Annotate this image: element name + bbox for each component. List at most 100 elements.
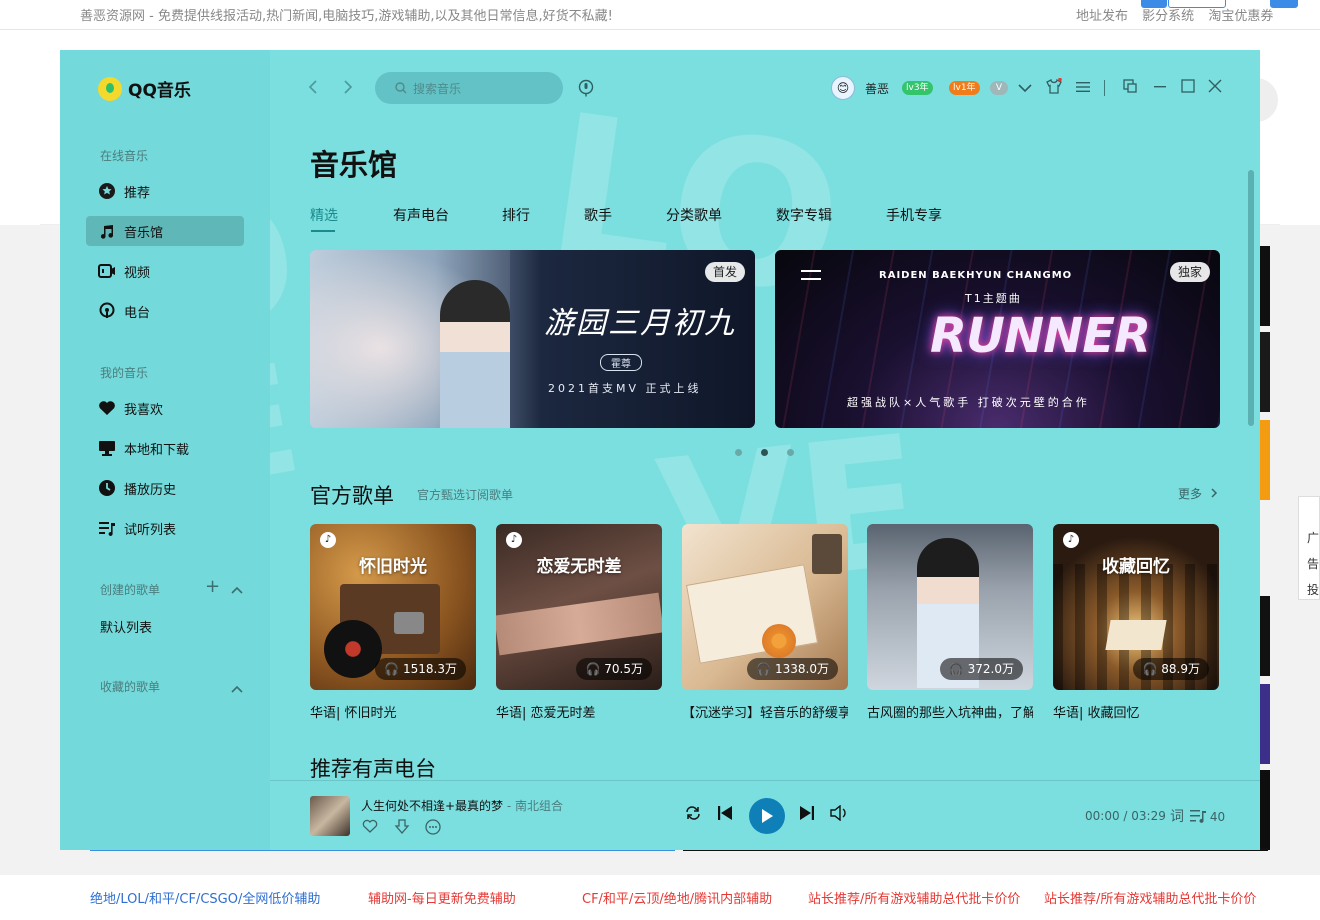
play-queue-button[interactable]: 40 bbox=[1190, 809, 1225, 824]
sidebar-item-favorites[interactable]: 我喜欢 bbox=[86, 393, 244, 423]
sidebar-item-default-list[interactable]: 默认列表 bbox=[100, 617, 152, 636]
loop-mode-icon[interactable] bbox=[684, 805, 702, 826]
music-pack-badge[interactable]: lv1年 bbox=[949, 81, 980, 95]
volume-icon[interactable] bbox=[830, 804, 848, 826]
mini-mode-icon[interactable] bbox=[1123, 78, 1137, 97]
sidebar-item-history[interactable]: 播放历史 bbox=[86, 473, 244, 503]
close-icon[interactable] bbox=[1208, 78, 1222, 97]
site-top-button[interactable] bbox=[1168, 0, 1226, 8]
flower-illustration bbox=[762, 624, 796, 658]
playlist-label[interactable]: 古风圈的那些入坑神曲，了解 bbox=[867, 702, 1033, 721]
site-link-coupon[interactable]: 淘宝优惠券 bbox=[1208, 9, 1273, 24]
sidebar-section-created: 创建的歌单 bbox=[100, 583, 161, 597]
playlist-card[interactable]: 🎧 1338.0万 bbox=[682, 524, 848, 690]
tab-digital-albums[interactable]: 数字专辑 bbox=[776, 205, 832, 225]
playlist-label[interactable]: 华语| 收藏回忆 bbox=[1053, 702, 1219, 721]
collapse-collected-icon[interactable] bbox=[231, 678, 243, 697]
carousel-dot[interactable] bbox=[787, 449, 794, 456]
playlist-card[interactable]: 🎧 372.0万 bbox=[867, 524, 1033, 690]
back-arrow-icon[interactable] bbox=[308, 78, 318, 99]
site-bottom-link[interactable]: 辅助网-每日更新免费辅助 bbox=[368, 888, 516, 907]
tab-audio-radio[interactable]: 有声电台 bbox=[393, 205, 449, 225]
like-heart-icon[interactable] bbox=[362, 819, 378, 837]
play-count-value: 1518.3万 bbox=[403, 662, 457, 676]
more-link[interactable]: 更多 bbox=[1178, 485, 1218, 502]
play-count: 🎧 1518.3万 bbox=[375, 658, 466, 680]
play-count-value: 372.0万 bbox=[967, 662, 1014, 676]
site-link-system[interactable]: 影分系统 bbox=[1142, 9, 1194, 24]
play-button[interactable] bbox=[749, 798, 785, 834]
sidebar-item-video[interactable]: 视频 bbox=[86, 256, 244, 286]
tab-mobile-exclusive[interactable]: 手机专享 bbox=[886, 205, 942, 225]
banner-card[interactable]: RAIDEN BAEKHYUN CHANGMO T1主题曲 RUNNER 超强战… bbox=[775, 250, 1220, 428]
sidebar-item-local-download[interactable]: 本地和下载 bbox=[86, 433, 244, 463]
banner-subtitle: T1主题曲 bbox=[965, 292, 1022, 305]
username[interactable]: 善恶 bbox=[865, 80, 889, 97]
more-options-icon[interactable] bbox=[425, 819, 441, 839]
banner-caption: 超强战队×人气歌手 打破次元壁的合作 bbox=[847, 396, 1090, 409]
site-top-button[interactable] bbox=[1270, 0, 1298, 8]
sidebar-item-radio[interactable]: 电台 bbox=[86, 296, 244, 326]
now-playing-cover[interactable] bbox=[310, 796, 350, 836]
qq-music-logo-icon bbox=[98, 76, 122, 101]
skin-shirt-icon[interactable] bbox=[1046, 77, 1062, 98]
download-icon[interactable] bbox=[394, 819, 410, 839]
site-bottom-links: 绝地/LOL/和平/CF/CSGO/全网低价辅助 辅助网-每日更新免费辅助 CF… bbox=[80, 876, 1280, 920]
content-scrollbar[interactable] bbox=[1248, 170, 1254, 426]
tab-singers[interactable]: 歌手 bbox=[584, 205, 612, 225]
sidebar-item-music-hall[interactable]: 音乐馆 bbox=[86, 216, 244, 246]
carousel-dot[interactable] bbox=[735, 449, 742, 456]
tab-charts[interactable]: 排行 bbox=[502, 205, 530, 225]
site-link-address[interactable]: 地址发布 bbox=[1076, 9, 1128, 24]
playlist-card[interactable]: ♪ 怀旧时光 🎧 1518.3万 bbox=[310, 524, 476, 690]
playlist-icon bbox=[98, 519, 116, 537]
play-queue-count: 40 bbox=[1209, 810, 1226, 824]
search-placeholder: 搜索音乐 bbox=[413, 81, 462, 96]
carousel-dot-active[interactable] bbox=[761, 449, 768, 456]
video-icon bbox=[98, 262, 116, 280]
playlist-label[interactable]: 【沉迷学习】轻音乐的舒缓享 bbox=[682, 702, 848, 721]
minimize-icon[interactable] bbox=[1153, 78, 1167, 97]
playlist-label[interactable]: 华语| 恋爱无时差 bbox=[496, 702, 662, 721]
site-bottom-link[interactable]: 站长推荐/所有游戏辅助总代批卡价价 bbox=[808, 888, 1020, 907]
vip-v-icon[interactable]: V bbox=[990, 81, 1008, 95]
qq-music-badge-icon: ♪ bbox=[1063, 532, 1079, 548]
next-track-icon[interactable] bbox=[799, 805, 815, 826]
playlist-label[interactable]: 华语| 怀旧时光 bbox=[310, 702, 476, 721]
site-bottom-link[interactable]: CF/和平/云顶/绝地/腾讯内部辅助 bbox=[582, 888, 772, 907]
site-float-panel[interactable]: 广告 投 bbox=[1298, 496, 1320, 600]
search-input[interactable]: 搜索音乐 bbox=[375, 72, 563, 104]
site-float-ad[interactable]: 广告 bbox=[1299, 525, 1319, 577]
clock-icon bbox=[98, 479, 116, 497]
card-cover-title: 恋爱无时差 bbox=[536, 557, 622, 577]
sidebar-item-recommend[interactable]: 推荐 bbox=[86, 176, 244, 206]
add-playlist-icon[interactable]: + bbox=[205, 576, 220, 597]
lyrics-button[interactable]: 词 bbox=[1170, 806, 1184, 826]
header-separator bbox=[1104, 80, 1105, 96]
site-top-button[interactable] bbox=[1141, 0, 1167, 8]
maximize-icon[interactable] bbox=[1181, 78, 1195, 97]
previous-track-icon[interactable] bbox=[717, 805, 733, 826]
chevron-down-icon[interactable] bbox=[1018, 78, 1032, 97]
user-avatar[interactable]: 😊 bbox=[831, 76, 855, 100]
section-title-official-playlists: 官方歌单 bbox=[310, 484, 394, 508]
now-playing-info[interactable]: 人生何处不相逢+最真的梦 - 南北组合 bbox=[361, 797, 563, 814]
main-menu-icon[interactable] bbox=[1076, 78, 1090, 97]
forward-arrow-icon[interactable] bbox=[343, 78, 353, 99]
voice-search-icon[interactable] bbox=[578, 79, 594, 101]
collapse-created-icon[interactable] bbox=[231, 579, 243, 598]
site-bottom-link[interactable]: 绝地/LOL/和平/CF/CSGO/全网低价辅助 bbox=[90, 888, 320, 907]
now-playing-artist: 南北组合 bbox=[515, 799, 564, 813]
playlist-card[interactable]: ♪ 收藏回忆 🎧 88.9万 bbox=[1053, 524, 1219, 690]
site-float-post[interactable]: 投 bbox=[1299, 577, 1319, 603]
banner-card[interactable]: 游园三月初九 霍尊 2021首支MV 正式上线 首发 bbox=[310, 250, 755, 428]
sidebar-item-trial-list[interactable]: 试听列表 bbox=[86, 513, 244, 543]
site-bottom-link[interactable]: 站长推荐/所有游戏辅助总代批卡价价 bbox=[1044, 888, 1256, 907]
app-logo[interactable]: QQ音乐 bbox=[98, 76, 191, 101]
play-count: 🎧 372.0万 bbox=[939, 658, 1023, 680]
tab-featured[interactable]: 精选 bbox=[310, 205, 338, 225]
playlist-card[interactable]: ♪ 恋爱无时差 🎧 70.5万 bbox=[496, 524, 662, 690]
tab-active-indicator bbox=[311, 230, 335, 232]
tab-category-playlists[interactable]: 分类歌单 bbox=[666, 205, 722, 225]
vip-level-badge[interactable]: lv3年 bbox=[902, 81, 933, 95]
